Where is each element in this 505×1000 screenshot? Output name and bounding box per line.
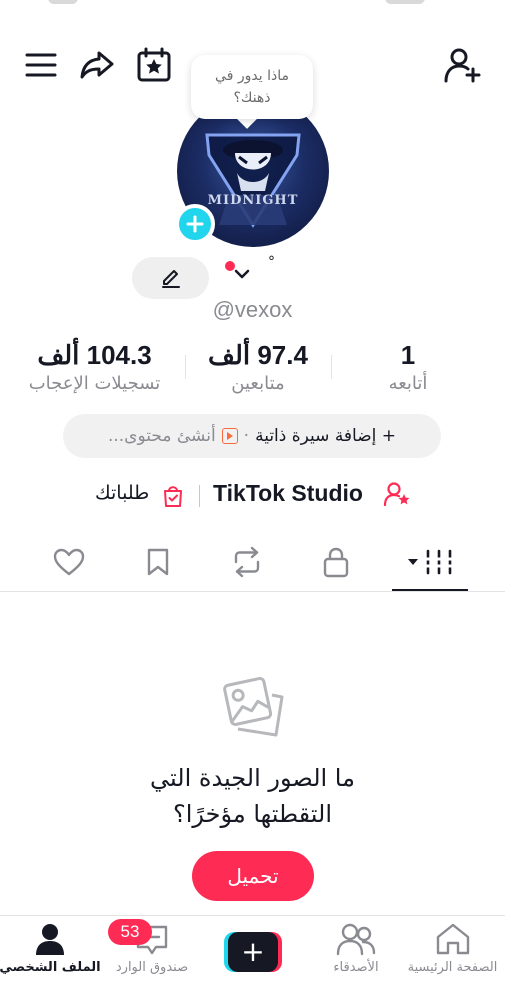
- nav-profile[interactable]: الملف الشخصي: [0, 922, 101, 988]
- status-indicator: [385, 0, 425, 4]
- repost-icon: [234, 546, 260, 578]
- creator-star-icon: [383, 481, 411, 507]
- stat-divider: [185, 355, 186, 379]
- nav-friends[interactable]: الأصدقاء: [318, 922, 394, 988]
- bio-separator: ·: [243, 426, 250, 446]
- inbox-badge: 53: [108, 919, 152, 945]
- create-content-link[interactable]: أنشئ محتوى...: [108, 426, 216, 446]
- followers-count: 97.4 ألف: [208, 340, 308, 370]
- likes-stat[interactable]: 104.3 ألف تسجيلات الإعجاب: [12, 340, 177, 394]
- photos-icon: [220, 673, 288, 741]
- nav-home[interactable]: الصفحة الرئيسية: [400, 922, 505, 988]
- play-icon: [221, 428, 238, 444]
- share-icon[interactable]: [77, 45, 117, 85]
- status-indicator: [48, 0, 78, 4]
- chevron-down-icon[interactable]: [233, 268, 251, 280]
- nav-inbox-label: صندوق الوارد: [115, 960, 189, 975]
- empty-state-text: ما الصور الجيدة التي التقطتها مؤخرًا؟: [0, 760, 505, 832]
- edit-profile-button[interactable]: [132, 257, 209, 299]
- tiktok-studio-link[interactable]: TikTok Studio: [213, 480, 363, 507]
- bookmark-icon: [147, 548, 169, 576]
- add-friend-icon[interactable]: [443, 45, 483, 85]
- tab-posts[interactable]: [403, 540, 459, 584]
- lock-icon: [323, 547, 349, 578]
- username: @vexox: [212, 297, 293, 322]
- heart-icon: [53, 548, 85, 576]
- add-bio-link[interactable]: + إضافة سيرة ذاتية: [255, 426, 396, 446]
- following-count: 1: [400, 340, 416, 370]
- status-bar: [0, 0, 505, 10]
- calendar-star-icon[interactable]: [134, 45, 174, 85]
- upload-button[interactable]: تحميل: [192, 851, 314, 901]
- friends-icon: [336, 923, 376, 956]
- empty-state-line-2: التقطتها مؤخرًا؟: [172, 800, 333, 828]
- bubble-line-1: ماذا يدور في: [215, 68, 289, 84]
- empty-state-line-1: ما الصور الجيدة التي: [150, 764, 355, 792]
- thoughts-bubble[interactable]: ماذا يدور في ذهنك؟: [191, 55, 313, 119]
- bubble-line-2: ذهنك؟: [233, 90, 271, 106]
- home-icon: [436, 923, 469, 955]
- likes-label: تسجيلات الإعجاب: [28, 373, 161, 394]
- shopping-bag-icon: [162, 484, 184, 508]
- profile-icon: [36, 924, 64, 955]
- bottom-nav-divider: [0, 915, 505, 916]
- nav-home-label: الصفحة الرئيسية: [407, 960, 498, 975]
- bio-bar: + إضافة سيرة ذاتية · أنشئ محتوى...: [63, 414, 441, 458]
- following-stat[interactable]: 1 أتابعه: [360, 340, 456, 394]
- nav-friends-label: الأصدقاء: [333, 960, 379, 975]
- tab-favorites[interactable]: [133, 540, 183, 584]
- pencil-icon: [161, 270, 180, 288]
- tab-reposts[interactable]: [222, 540, 272, 584]
- tab-liked[interactable]: [44, 540, 94, 584]
- add-avatar-button[interactable]: [175, 204, 215, 244]
- tabs-divider: [0, 591, 505, 592]
- orders-link[interactable]: طلباتك: [95, 482, 149, 504]
- followers-stat[interactable]: 97.4 ألف متابعين: [192, 340, 324, 394]
- plus-icon: +: [228, 932, 278, 972]
- grid-icon: [408, 549, 454, 575]
- menu-icon[interactable]: [21, 45, 61, 85]
- degree-mark: °: [268, 254, 275, 270]
- tab-private[interactable]: [311, 540, 361, 584]
- nav-profile-label: الملف الشخصي: [0, 960, 101, 975]
- link-divider: [199, 485, 200, 507]
- create-button[interactable]: +: [224, 932, 282, 972]
- following-label: أتابعه: [388, 373, 428, 394]
- stat-divider: [331, 355, 332, 379]
- likes-count: 104.3 ألف: [37, 340, 152, 370]
- followers-label: متابعين: [231, 373, 285, 394]
